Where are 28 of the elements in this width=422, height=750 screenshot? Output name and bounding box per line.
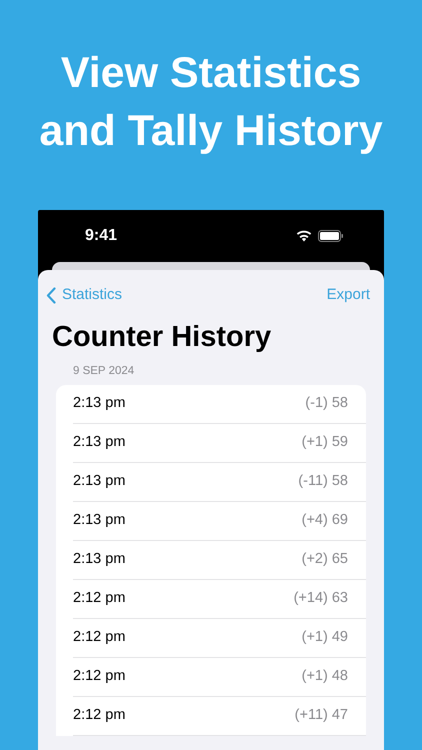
entry-time: 2:12 pm bbox=[73, 706, 126, 726]
entry-time: 2:12 pm bbox=[73, 628, 126, 648]
entry-time: 2:13 pm bbox=[73, 550, 126, 570]
entry-time: 2:13 pm bbox=[73, 472, 126, 492]
entry-change: (+1) 49 bbox=[302, 628, 348, 648]
entry-change: (+14) 63 bbox=[294, 589, 348, 608]
entry-change: (+2) 65 bbox=[302, 550, 348, 570]
export-button[interactable]: Export bbox=[326, 284, 370, 307]
back-button[interactable]: Statistics bbox=[46, 284, 122, 307]
status-time: 9:41 bbox=[85, 226, 118, 246]
entry-time: 2:12 pm bbox=[73, 589, 126, 608]
entry-time: 2:13 pm bbox=[73, 394, 126, 414]
chevron-left-icon bbox=[46, 287, 56, 304]
entry-change: (+1) 48 bbox=[302, 667, 348, 686]
entry-change: (+1) 59 bbox=[302, 433, 348, 452]
section-header: 9 SEP 2024 bbox=[72, 364, 136, 379]
entry-change: (-1) 58 bbox=[305, 394, 348, 414]
headline: View Statistics bbox=[60, 48, 362, 99]
page-title: Counter History bbox=[51, 320, 272, 355]
entry-change: (+11) 47 bbox=[294, 706, 348, 726]
entry-time: 2:13 pm bbox=[73, 511, 126, 530]
entry-time: 2:13 pm bbox=[73, 433, 126, 452]
battery-icon bbox=[318, 230, 344, 242]
wifi-icon bbox=[296, 230, 312, 242]
headline: and Tally History bbox=[39, 106, 383, 157]
entry-time: 2:12 pm bbox=[73, 667, 126, 686]
entry-change: (+4) 69 bbox=[302, 511, 348, 530]
entry-change: (-11) 58 bbox=[298, 472, 348, 492]
